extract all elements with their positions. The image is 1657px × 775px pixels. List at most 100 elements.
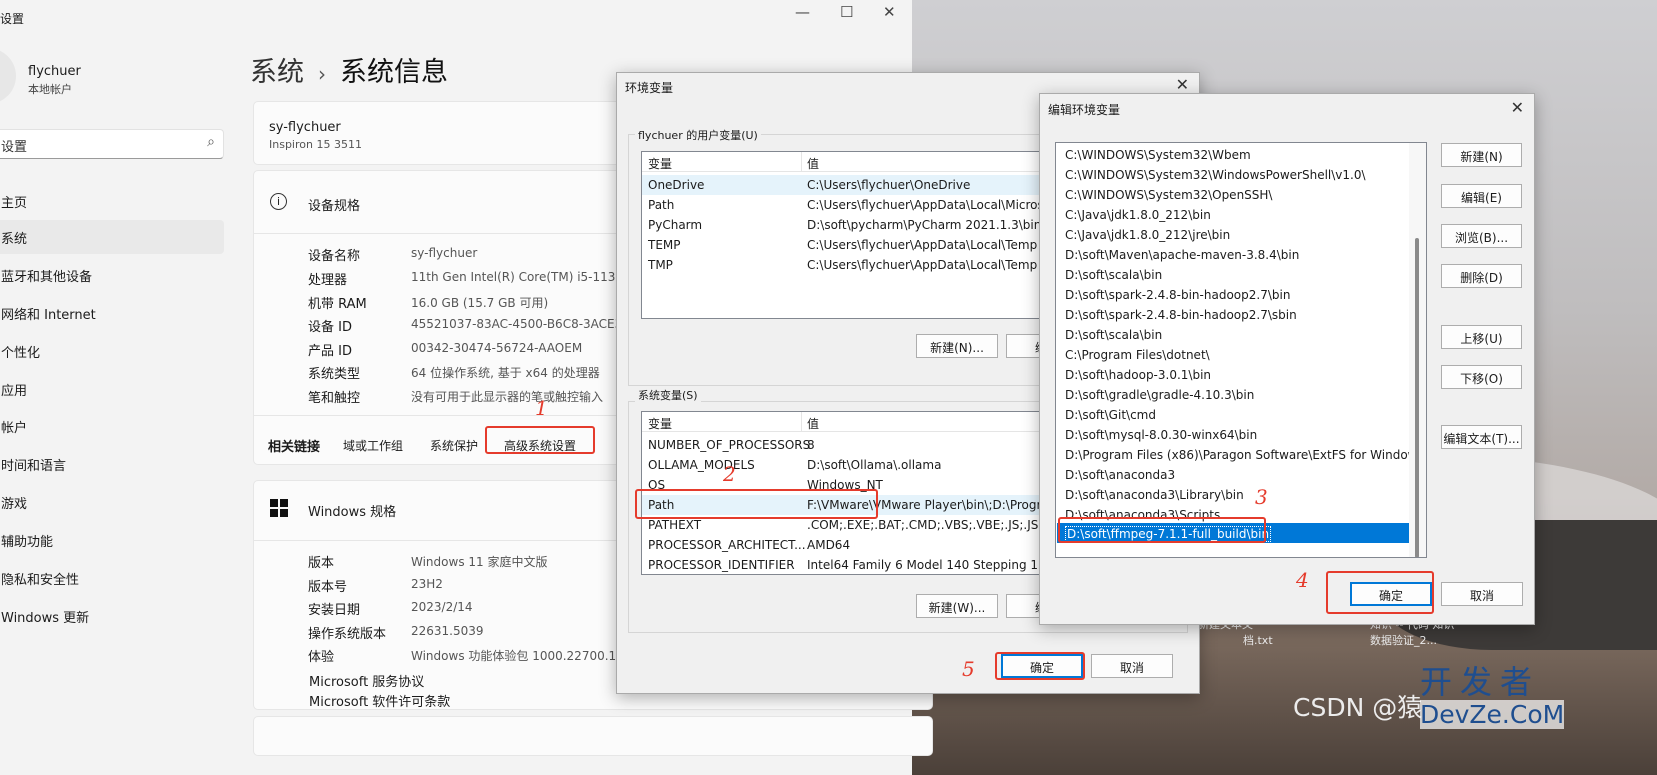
var-name: PyCharm bbox=[648, 218, 703, 232]
link-ms-service-agreement[interactable]: Microsoft 服务协议 bbox=[309, 671, 424, 690]
nav-network[interactable]: 网络和 Internet bbox=[0, 296, 224, 330]
var-value: C:\Users\flychuer\OneDrive bbox=[807, 178, 971, 192]
nav-apps[interactable]: 应用 bbox=[0, 372, 224, 406]
var-name: TMP bbox=[648, 258, 673, 272]
divider bbox=[801, 152, 802, 172]
move-down-button[interactable]: 下移(O) bbox=[1441, 365, 1522, 389]
spec-value: 00342-30474-56724-AAOEM bbox=[411, 341, 583, 355]
desktop-file-label[interactable]: 数据验证_2... bbox=[1370, 634, 1437, 648]
nav-accounts[interactable]: 帐户 bbox=[0, 409, 224, 443]
delete-button[interactable]: 删除(D) bbox=[1441, 264, 1522, 288]
spec-label: 系统类型 bbox=[308, 367, 361, 382]
spec-label: 设备名称 bbox=[308, 249, 361, 264]
scrollbar-thumb[interactable] bbox=[1415, 238, 1419, 557]
list-item[interactable]: C:\Java\jdk1.8.0_212\jre\bin bbox=[1057, 225, 1410, 245]
nav-personalization[interactable]: 个性化 bbox=[0, 334, 224, 368]
spec-label: 笔和触控 bbox=[308, 391, 361, 406]
page-title: 系统信息 bbox=[340, 57, 448, 88]
minimize-icon[interactable]: — bbox=[795, 3, 810, 21]
nav-time-language[interactable]: 时间和语言 bbox=[0, 447, 224, 481]
breadcrumb: 系统 › 系统信息 bbox=[250, 50, 448, 89]
list-item[interactable]: D:\soft\gradle\gradle-4.10.3\bin bbox=[1057, 385, 1410, 405]
spec-label: 设备 ID bbox=[308, 320, 352, 335]
list-item[interactable]: D:\Program Files (x86)\Paragon Software\… bbox=[1057, 445, 1426, 465]
windows-logo-icon bbox=[270, 499, 289, 518]
avatar[interactable] bbox=[0, 48, 16, 104]
dialog-title: 编辑环境变量 bbox=[1048, 103, 1121, 117]
list-item[interactable]: D:\soft\scala\bin bbox=[1057, 325, 1410, 345]
nav-accessibility[interactable]: 辅助功能 bbox=[0, 523, 224, 557]
account-type: 本地帐户 bbox=[28, 83, 72, 96]
search-placeholder: 设置 bbox=[1, 140, 28, 155]
close-icon[interactable]: ✕ bbox=[883, 3, 896, 21]
search-input[interactable]: 设置 ⌕ bbox=[0, 129, 224, 159]
list-item[interactable]: D:\soft\Git\cmd bbox=[1057, 405, 1410, 425]
var-value: D:\soft\pycharm\PyCharm 2021.1.3\bin; bbox=[807, 218, 1046, 232]
list-item[interactable]: D:\soft\scala\bin bbox=[1057, 265, 1410, 285]
user-name: flychuer bbox=[28, 64, 81, 79]
spec-label: 体验 bbox=[308, 650, 335, 665]
var-name: OneDrive bbox=[648, 178, 705, 192]
csdn-watermark: CSDN @猿 bbox=[1293, 693, 1423, 722]
new-user-var-button[interactable]: 新建(N)... bbox=[916, 334, 998, 358]
spec-label: 处理器 bbox=[308, 273, 348, 288]
list-item[interactable]: C:\Java\jdk1.8.0_212\bin bbox=[1057, 205, 1410, 225]
info-icon: i bbox=[270, 193, 287, 210]
nav-windows-update[interactable]: Windows 更新 bbox=[0, 599, 224, 633]
spec-label: 版本 bbox=[308, 556, 335, 571]
window-title: 设置 bbox=[0, 12, 25, 26]
spec-value: 没有可用于此显示器的笔或触控输入 bbox=[411, 390, 604, 404]
col-value[interactable]: 值 bbox=[807, 415, 819, 432]
new-path-button[interactable]: 新建(N) bbox=[1441, 143, 1522, 167]
new-system-var-button[interactable]: 新建(W)... bbox=[916, 594, 998, 618]
var-name: NUMBER_OF_PROCESSORS bbox=[648, 438, 811, 452]
close-icon[interactable]: ✕ bbox=[1176, 75, 1189, 94]
spec-value: sy-flychuer bbox=[411, 246, 478, 260]
list-item[interactable]: D:\soft\Maven\apache-maven-3.8.4\bin bbox=[1057, 245, 1410, 265]
search-icon[interactable]: ⌕ bbox=[207, 134, 215, 150]
list-item[interactable]: D:\soft\anaconda3 bbox=[1057, 465, 1410, 485]
nav-bluetooth[interactable]: 蓝牙和其他设备 bbox=[0, 258, 224, 292]
list-item[interactable]: D:\soft\anaconda3\Library\bin bbox=[1057, 485, 1410, 505]
browse-button[interactable]: 浏览(B)... bbox=[1441, 224, 1522, 248]
nav-privacy[interactable]: 隐私和安全性 bbox=[0, 561, 224, 595]
list-item[interactable]: D:\soft\spark-2.4.8-bin-hadoop2.7\sbin bbox=[1057, 305, 1410, 325]
var-value: Intel64 Family 6 Model 140 Stepping 1, G… bbox=[807, 558, 1063, 572]
list-item[interactable]: D:\soft\hadoop-3.0.1\bin bbox=[1057, 365, 1410, 385]
var-name: PROCESSOR_ARCHITECT... bbox=[648, 538, 806, 552]
nav-home[interactable]: 主页 bbox=[0, 184, 224, 218]
nav-gaming[interactable]: 游戏 bbox=[0, 485, 224, 519]
spec-value: 11th Gen Intel(R) Core(TM) i5-1135G bbox=[411, 270, 633, 284]
close-icon[interactable]: ✕ bbox=[1511, 98, 1524, 117]
link-system-protection[interactable]: 系统保护 bbox=[430, 437, 478, 454]
edit-cancel-button[interactable]: 取消 bbox=[1441, 582, 1523, 606]
col-variable[interactable]: 变量 bbox=[648, 155, 672, 172]
move-up-button[interactable]: 上移(U) bbox=[1441, 325, 1522, 349]
list-item[interactable]: C:\WINDOWS\System32\OpenSSH\ bbox=[1057, 185, 1410, 205]
spec-value: 22631.5039 bbox=[411, 624, 484, 638]
desktop-file-label[interactable]: 档.txt bbox=[1243, 634, 1273, 648]
link-ms-license-terms[interactable]: Microsoft 软件许可条款 bbox=[309, 691, 450, 710]
scrollbar[interactable] bbox=[1409, 143, 1426, 557]
annotation-box bbox=[635, 489, 878, 519]
spec-label: 产品 ID bbox=[308, 344, 352, 359]
spec-label: 操作系统版本 bbox=[308, 627, 387, 642]
cancel-button[interactable]: 取消 bbox=[1091, 654, 1173, 678]
link-domain-workgroup[interactable]: 域或工作组 bbox=[343, 437, 403, 454]
list-item[interactable]: D:\soft\spark-2.4.8-bin-hadoop2.7\bin bbox=[1057, 285, 1410, 305]
col-variable[interactable]: 变量 bbox=[648, 415, 672, 432]
list-item[interactable]: D:\soft\mysql-8.0.30-winx64\bin bbox=[1057, 425, 1410, 445]
nav-system[interactable]: 系统 bbox=[0, 220, 224, 254]
spec-value: 2023/2/14 bbox=[411, 600, 473, 614]
list-item[interactable]: C:\Program Files\dotnet\ bbox=[1057, 345, 1410, 365]
list-item[interactable]: C:\WINDOWS\System32\Wbem bbox=[1057, 145, 1410, 165]
maximize-icon[interactable]: ☐ bbox=[840, 3, 853, 21]
list-item[interactable]: C:\WINDOWS\System32\WindowsPowerShell\v1… bbox=[1057, 165, 1410, 185]
edit-text-button[interactable]: 编辑文本(T)... bbox=[1441, 425, 1522, 449]
device-name: sy-flychuer bbox=[269, 120, 341, 135]
edit-path-button[interactable]: 编辑(E) bbox=[1441, 184, 1522, 208]
col-value[interactable]: 值 bbox=[807, 155, 819, 172]
path-list[interactable]: C:\WINDOWS\System32\Wbem C:\WINDOWS\Syst… bbox=[1055, 142, 1427, 558]
breadcrumb-parent[interactable]: 系统 bbox=[250, 57, 304, 88]
annotation-box bbox=[1058, 517, 1266, 543]
